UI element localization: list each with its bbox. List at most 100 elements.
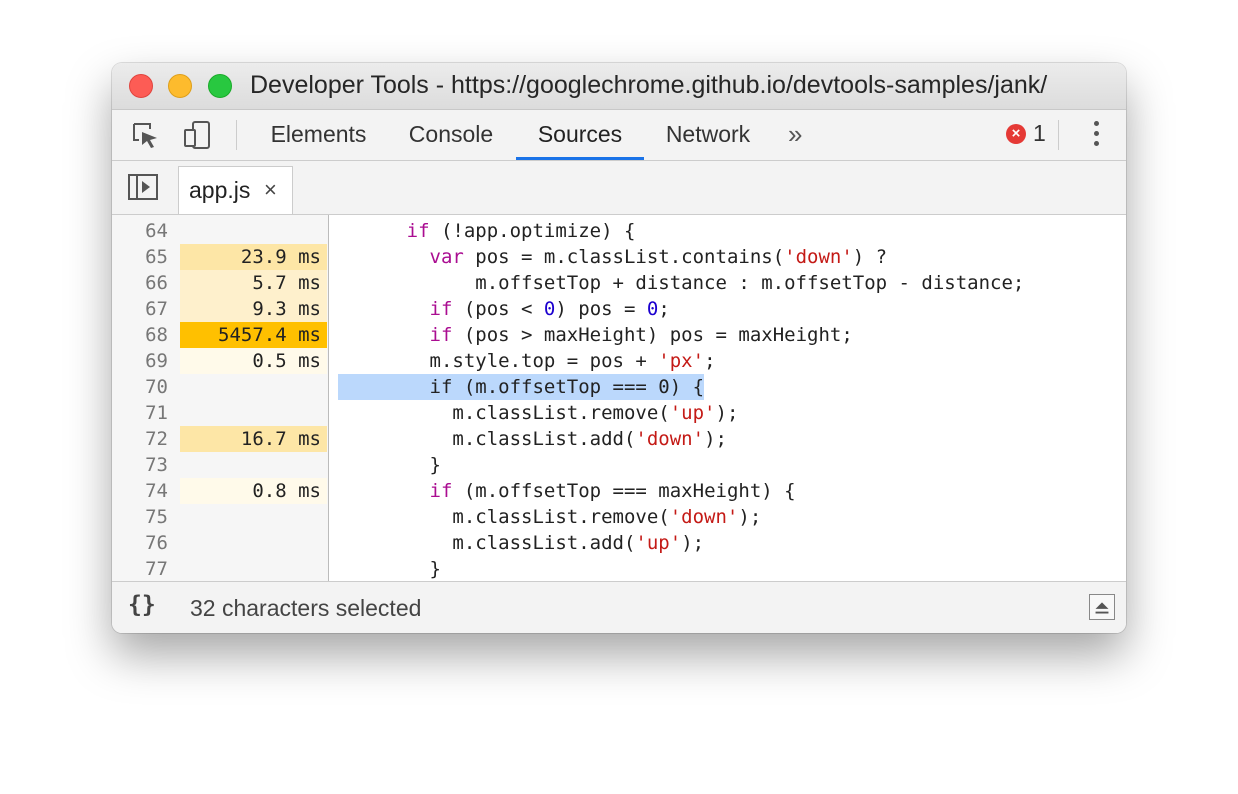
line-timing: 16.7 ms	[180, 426, 327, 452]
code-line[interactable]: 65 23.9 ms var pos = m.classList.contains…	[112, 244, 1126, 270]
main-toolbar: Elements Console Sources Network » × 1	[112, 110, 1126, 161]
line-number[interactable]: 76	[112, 530, 168, 556]
code-editor[interactable]: 64 if (!app.optimize) {65 23.9 ms var pos…	[112, 215, 1126, 581]
line-number[interactable]: 69	[112, 348, 168, 374]
code-token: }	[338, 558, 441, 580]
code-line[interactable]: 72 16.7 ms m.classList.add('down');	[112, 426, 1126, 452]
line-number[interactable]: 70	[112, 374, 168, 400]
code-text[interactable]: if (pos > maxHeight) pos = maxHeight;	[338, 322, 853, 348]
line-timing: 0.8 ms	[180, 478, 327, 504]
code-line[interactable]: 68 5457.4 ms if (pos > maxHeight) pos = m…	[112, 322, 1126, 348]
code-line[interactable]: 76 m.classList.add('up');	[112, 530, 1126, 556]
code-text[interactable]: m.classList.add('up');	[338, 530, 704, 556]
code-text[interactable]: m.offsetTop + distance : m.offsetTop - d…	[338, 270, 1024, 296]
error-count[interactable]: 1	[1033, 120, 1046, 147]
code-text[interactable]: m.classList.remove('up');	[338, 400, 738, 426]
code-token: if	[429, 298, 453, 320]
code-token: (pos <	[452, 298, 544, 320]
code-text[interactable]: }	[338, 556, 441, 581]
code-text[interactable]: if (m.offsetTop === maxHeight) {	[338, 478, 796, 504]
more-options-icon[interactable]	[1092, 121, 1100, 149]
toolbar-divider	[1058, 120, 1059, 150]
code-line[interactable]: 75 m.classList.remove('down');	[112, 504, 1126, 530]
line-number[interactable]: 73	[112, 452, 168, 478]
line-number[interactable]: 77	[112, 556, 168, 581]
code-text[interactable]: if (!app.optimize) {	[338, 218, 636, 244]
code-token: );	[704, 428, 727, 450]
window-title: Developer Tools - https://googlechrome.g…	[250, 71, 1048, 99]
code-token: m.style.top = pos +	[338, 350, 659, 372]
line-number[interactable]: 65	[112, 244, 168, 270]
line-number[interactable]: 72	[112, 426, 168, 452]
code-token: 'down'	[669, 506, 739, 528]
code-text[interactable]: if (pos < 0) pos = 0;	[338, 296, 670, 322]
code-line[interactable]: 71 m.classList.remove('up');	[112, 400, 1126, 426]
minimize-window-button[interactable]	[168, 74, 192, 98]
tab-elements[interactable]: Elements	[258, 110, 379, 160]
code-token: );	[681, 532, 705, 554]
code-text[interactable]: }	[338, 452, 441, 478]
code-text[interactable]: m.classList.add('down');	[338, 426, 727, 452]
tab-network[interactable]: Network	[652, 110, 764, 160]
code-line[interactable]: 73 }	[112, 452, 1126, 478]
code-line[interactable]: 74 0.8 ms if (m.offsetTop === maxHeight) …	[112, 478, 1126, 504]
code-line[interactable]: 70 if (m.offsetTop === 0) {	[112, 374, 1126, 400]
line-timing: 23.9 ms	[180, 244, 327, 270]
line-timing: 0.5 ms	[180, 348, 327, 374]
code-line[interactable]: 64 if (!app.optimize) {	[112, 218, 1126, 244]
maximize-window-button[interactable]	[208, 74, 232, 98]
code-text[interactable]: var pos = m.classList.contains('down') ?	[338, 244, 888, 270]
line-timing: 5457.4 ms	[180, 322, 327, 348]
line-number[interactable]: 74	[112, 478, 168, 504]
file-tab-app-js[interactable]: app.js ×	[178, 166, 293, 214]
code-token: ) ?	[852, 246, 888, 268]
device-toolbar-icon[interactable]	[182, 120, 212, 150]
toggle-drawer-icon[interactable]	[1089, 594, 1115, 620]
code-text[interactable]: m.classList.remove('down');	[338, 504, 761, 530]
line-number[interactable]: 64	[112, 218, 168, 244]
code-token: if	[429, 480, 453, 502]
code-text[interactable]: m.style.top = pos + 'px';	[338, 348, 716, 374]
close-tab-icon[interactable]: ×	[264, 177, 277, 203]
line-timing: 5.7 ms	[180, 270, 327, 296]
inspect-element-icon[interactable]	[130, 120, 160, 150]
line-timing	[180, 374, 327, 400]
line-timing: 9.3 ms	[180, 296, 327, 322]
code-token: ;	[704, 350, 716, 372]
line-number[interactable]: 67	[112, 296, 168, 322]
line-number[interactable]: 66	[112, 270, 168, 296]
tab-console[interactable]: Console	[392, 110, 510, 160]
line-timing	[180, 530, 327, 556]
code-line[interactable]: 69 0.5 ms m.style.top = pos + 'px';	[112, 348, 1126, 374]
selected-code-text[interactable]: if (m.offsetTop === 0) {	[338, 374, 705, 400]
code-token: m.offsetTop + distance : m.offsetTop - d…	[338, 272, 1025, 294]
toggle-navigator-icon[interactable]	[128, 174, 158, 200]
code-token: 'up'	[669, 402, 716, 424]
line-number[interactable]: 75	[112, 504, 168, 530]
error-icon[interactable]: ×	[1006, 124, 1026, 144]
code-token: 'px'	[658, 350, 705, 372]
code-line[interactable]: 67 9.3 ms if (pos < 0) pos = 0;	[112, 296, 1126, 322]
file-tab-label: app.js	[189, 177, 251, 203]
more-tabs-chevron-icon[interactable]: »	[788, 110, 802, 160]
code-line[interactable]: 77 }	[112, 556, 1126, 581]
code-token: 0	[646, 298, 659, 320]
code-token: );	[715, 402, 739, 424]
code-token: m.classList.remove(	[338, 402, 670, 424]
code-line[interactable]: 66 5.7 ms m.offsetTop + distance : m.offs…	[112, 270, 1126, 296]
code-token: (m.offsetTop === maxHeight) {	[452, 480, 796, 502]
code-token: );	[738, 506, 762, 528]
selection-status: 32 characters selected	[190, 595, 422, 621]
close-window-button[interactable]	[129, 74, 153, 98]
tab-sources[interactable]: Sources	[516, 110, 644, 160]
line-timing	[180, 504, 327, 530]
line-number[interactable]: 68	[112, 322, 168, 348]
line-number[interactable]: 71	[112, 400, 168, 426]
code-token: (pos > maxHeight) pos = maxHeight;	[452, 324, 853, 346]
code-token: (!app.optimize) {	[429, 220, 636, 242]
line-timing	[180, 556, 327, 581]
pretty-print-button[interactable]: {}	[128, 592, 156, 618]
code-token: m.classList.add(	[338, 428, 636, 450]
